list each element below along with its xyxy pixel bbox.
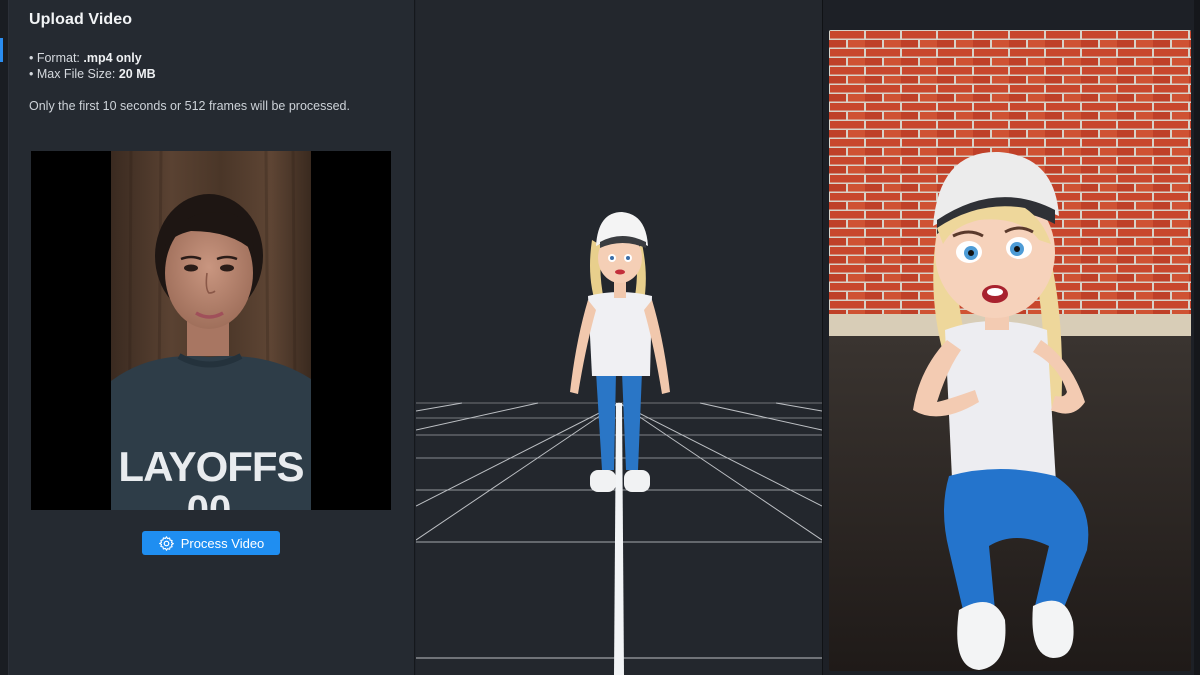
requirement-value: .mp4 only (83, 51, 142, 65)
rendered-output-video[interactable] (829, 30, 1191, 671)
requirement-label: • Max File Size: (29, 67, 119, 81)
shirt-print: LAYOFFS (118, 443, 303, 490)
3d-viewport[interactable] (416, 0, 822, 675)
requirement-label: • Format: (29, 51, 84, 65)
svg-text:00: 00 (187, 488, 232, 510)
upload-panel: Upload Video • Format: .mp4 only • Max F… (9, 0, 415, 675)
scrollbar[interactable] (1194, 0, 1200, 675)
process-video-button[interactable]: Process Video (142, 531, 280, 555)
process-video-label: Process Video (180, 535, 265, 551)
app-window: Upload Video • Format: .mp4 only • Max F… (0, 0, 1200, 675)
requirement-size: • Max File Size: 20 MB (29, 66, 156, 82)
left-edge-strip (0, 0, 9, 675)
video-frame: LAYOFFS 00 (111, 150, 311, 532)
processing-note: Only the first 10 seconds or 512 frames … (29, 99, 350, 113)
requirement-format: • Format: .mp4 only (29, 50, 156, 66)
viewport-scene (416, 212, 822, 675)
requirements-list: • Format: .mp4 only • Max File Size: 20 … (29, 50, 156, 82)
output-panel (822, 0, 1200, 675)
output-frame (829, 30, 1191, 671)
uploaded-video-preview[interactable]: LAYOFFS 00 (31, 150, 391, 532)
active-indicator (0, 38, 3, 62)
gear-icon (158, 535, 174, 551)
panel-title: Upload Video (29, 11, 133, 28)
requirement-value: 20 MB (118, 67, 156, 81)
